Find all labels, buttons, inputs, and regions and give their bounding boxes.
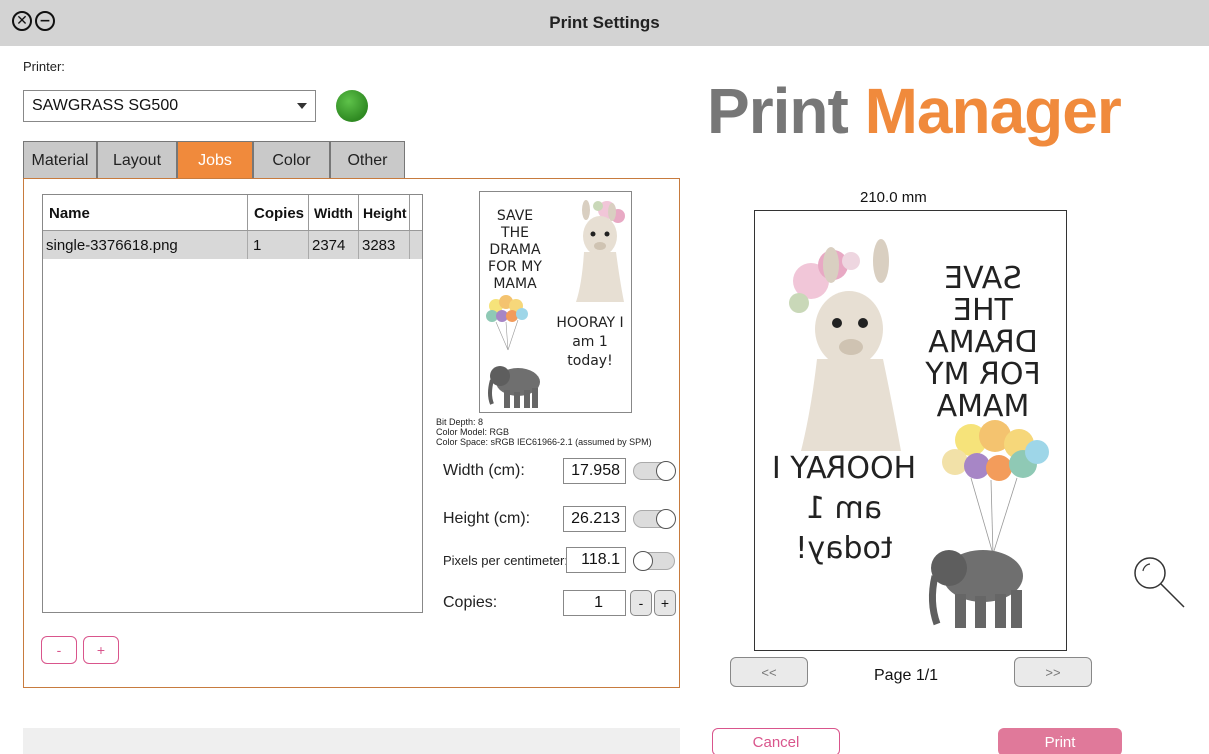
width-row: Width (cm): [443, 457, 525, 485]
chevron-down-icon [297, 103, 307, 109]
printer-label: Printer: [23, 59, 65, 74]
width-input[interactable]: 17.958 [563, 458, 626, 484]
ppc-input[interactable]: 118.1 [566, 547, 626, 573]
elephant-illustration [928, 550, 1023, 628]
color-space-info: Color Space: sRGB IEC61966-2.1 (assumed … [436, 437, 652, 447]
toggle-knob [656, 509, 676, 529]
column-header-name[interactable]: Name [43, 195, 248, 231]
add-job-button[interactable]: + [83, 636, 119, 664]
tab-layout[interactable]: Layout [97, 141, 177, 179]
tab-material[interactable]: Material [23, 141, 97, 179]
preview-width-label: 210.0 mm [860, 189, 927, 206]
height-row: Height (cm): [443, 505, 530, 533]
ppc-toggle[interactable] [633, 551, 675, 571]
window-title: Print Settings [549, 13, 660, 32]
brand-logo: Print Manager [707, 74, 1122, 148]
cell-copies: 1 [248, 231, 309, 259]
thumbnail-text-top: SAVE THE DRAMA FOR MY MAMA [488, 208, 542, 292]
elephant-illustration [488, 366, 540, 408]
height-lock-toggle[interactable] [633, 509, 676, 529]
settings-tabs: Material Layout Jobs Color Other [23, 141, 405, 179]
jobs-panel: Name Copies Width Height single-3376618.… [23, 178, 680, 688]
image-info: Bit Depth: 8 Color Model: RGB Color Spac… [436, 417, 652, 447]
column-header-copies[interactable]: Copies [248, 195, 309, 231]
title-bar: ✕ − Print Settings [0, 0, 1209, 46]
width-label: Width (cm): [443, 462, 525, 479]
bit-depth-info: Bit Depth: 8 [436, 417, 484, 427]
jobs-table: Name Copies Width Height single-3376618.… [42, 194, 423, 613]
copies-row: Copies: [443, 589, 497, 617]
table-row[interactable]: single-3376618.png 1 2374 3283 [43, 231, 422, 259]
thumbnail-text-bottom: HOORAY I am 1 today! [556, 315, 624, 369]
print-button[interactable]: Print [998, 728, 1122, 754]
balloons-illustration [942, 420, 1049, 555]
brand-word-manager: Manager [864, 75, 1122, 147]
balloons-illustration [486, 295, 528, 351]
tab-jobs[interactable]: Jobs [177, 141, 253, 179]
alpaca-illustration [576, 200, 625, 302]
remove-job-button[interactable]: - [41, 636, 77, 664]
page-indicator: Page 1/1 [874, 667, 939, 684]
preview-text-bottom: HOORAY I am 1 today! [771, 451, 917, 566]
magnifier-icon[interactable] [1130, 553, 1186, 609]
column-header-height[interactable]: Height [359, 195, 410, 231]
table-header: Name Copies Width Height [43, 195, 422, 231]
ppc-label: Pixels per centimeter: [443, 552, 568, 568]
toggle-knob [656, 461, 676, 481]
next-page-button[interactable]: >> [1014, 657, 1092, 687]
copies-decrement-button[interactable]: - [630, 590, 652, 616]
column-header-width[interactable]: Width [309, 195, 359, 231]
brand-word-print: Print [707, 75, 849, 147]
cancel-button[interactable]: Cancel [712, 728, 840, 754]
cell-width: 2374 [309, 231, 359, 259]
previous-page-button[interactable]: << [730, 657, 808, 687]
color-model-info: Color Model: RGB [436, 427, 510, 437]
copies-increment-button[interactable]: + [654, 590, 676, 616]
print-preview[interactable]: SAVE THE DRAMA FOR MY MAMA HOORAY I am 1… [754, 210, 1067, 651]
job-thumbnail: SAVE THE DRAMA FOR MY MAMA HOORAY I am 1… [479, 191, 632, 413]
ppc-row: Pixels per centimeter: [443, 546, 568, 574]
height-label: Height (cm): [443, 510, 531, 527]
tab-color[interactable]: Color [253, 141, 330, 179]
height-input[interactable]: 26.213 [563, 506, 626, 532]
printer-dropdown[interactable]: SAWGRASS SG500 [23, 90, 316, 122]
cell-height: 3283 [359, 231, 410, 259]
copies-label: Copies: [443, 594, 498, 611]
status-bar [23, 728, 680, 754]
alpaca-illustration [789, 239, 901, 451]
width-lock-toggle[interactable] [633, 461, 676, 481]
cell-name: single-3376618.png [43, 231, 248, 259]
tab-other[interactable]: Other [330, 141, 405, 179]
preview-text-top: SAVE THE DRAMA FOR MY MAMA [925, 261, 1041, 424]
toggle-knob [633, 551, 653, 571]
copies-input[interactable]: 1 [563, 590, 626, 616]
printer-selected-value: SAWGRASS SG500 [32, 97, 179, 114]
printer-status-indicator [336, 90, 368, 122]
